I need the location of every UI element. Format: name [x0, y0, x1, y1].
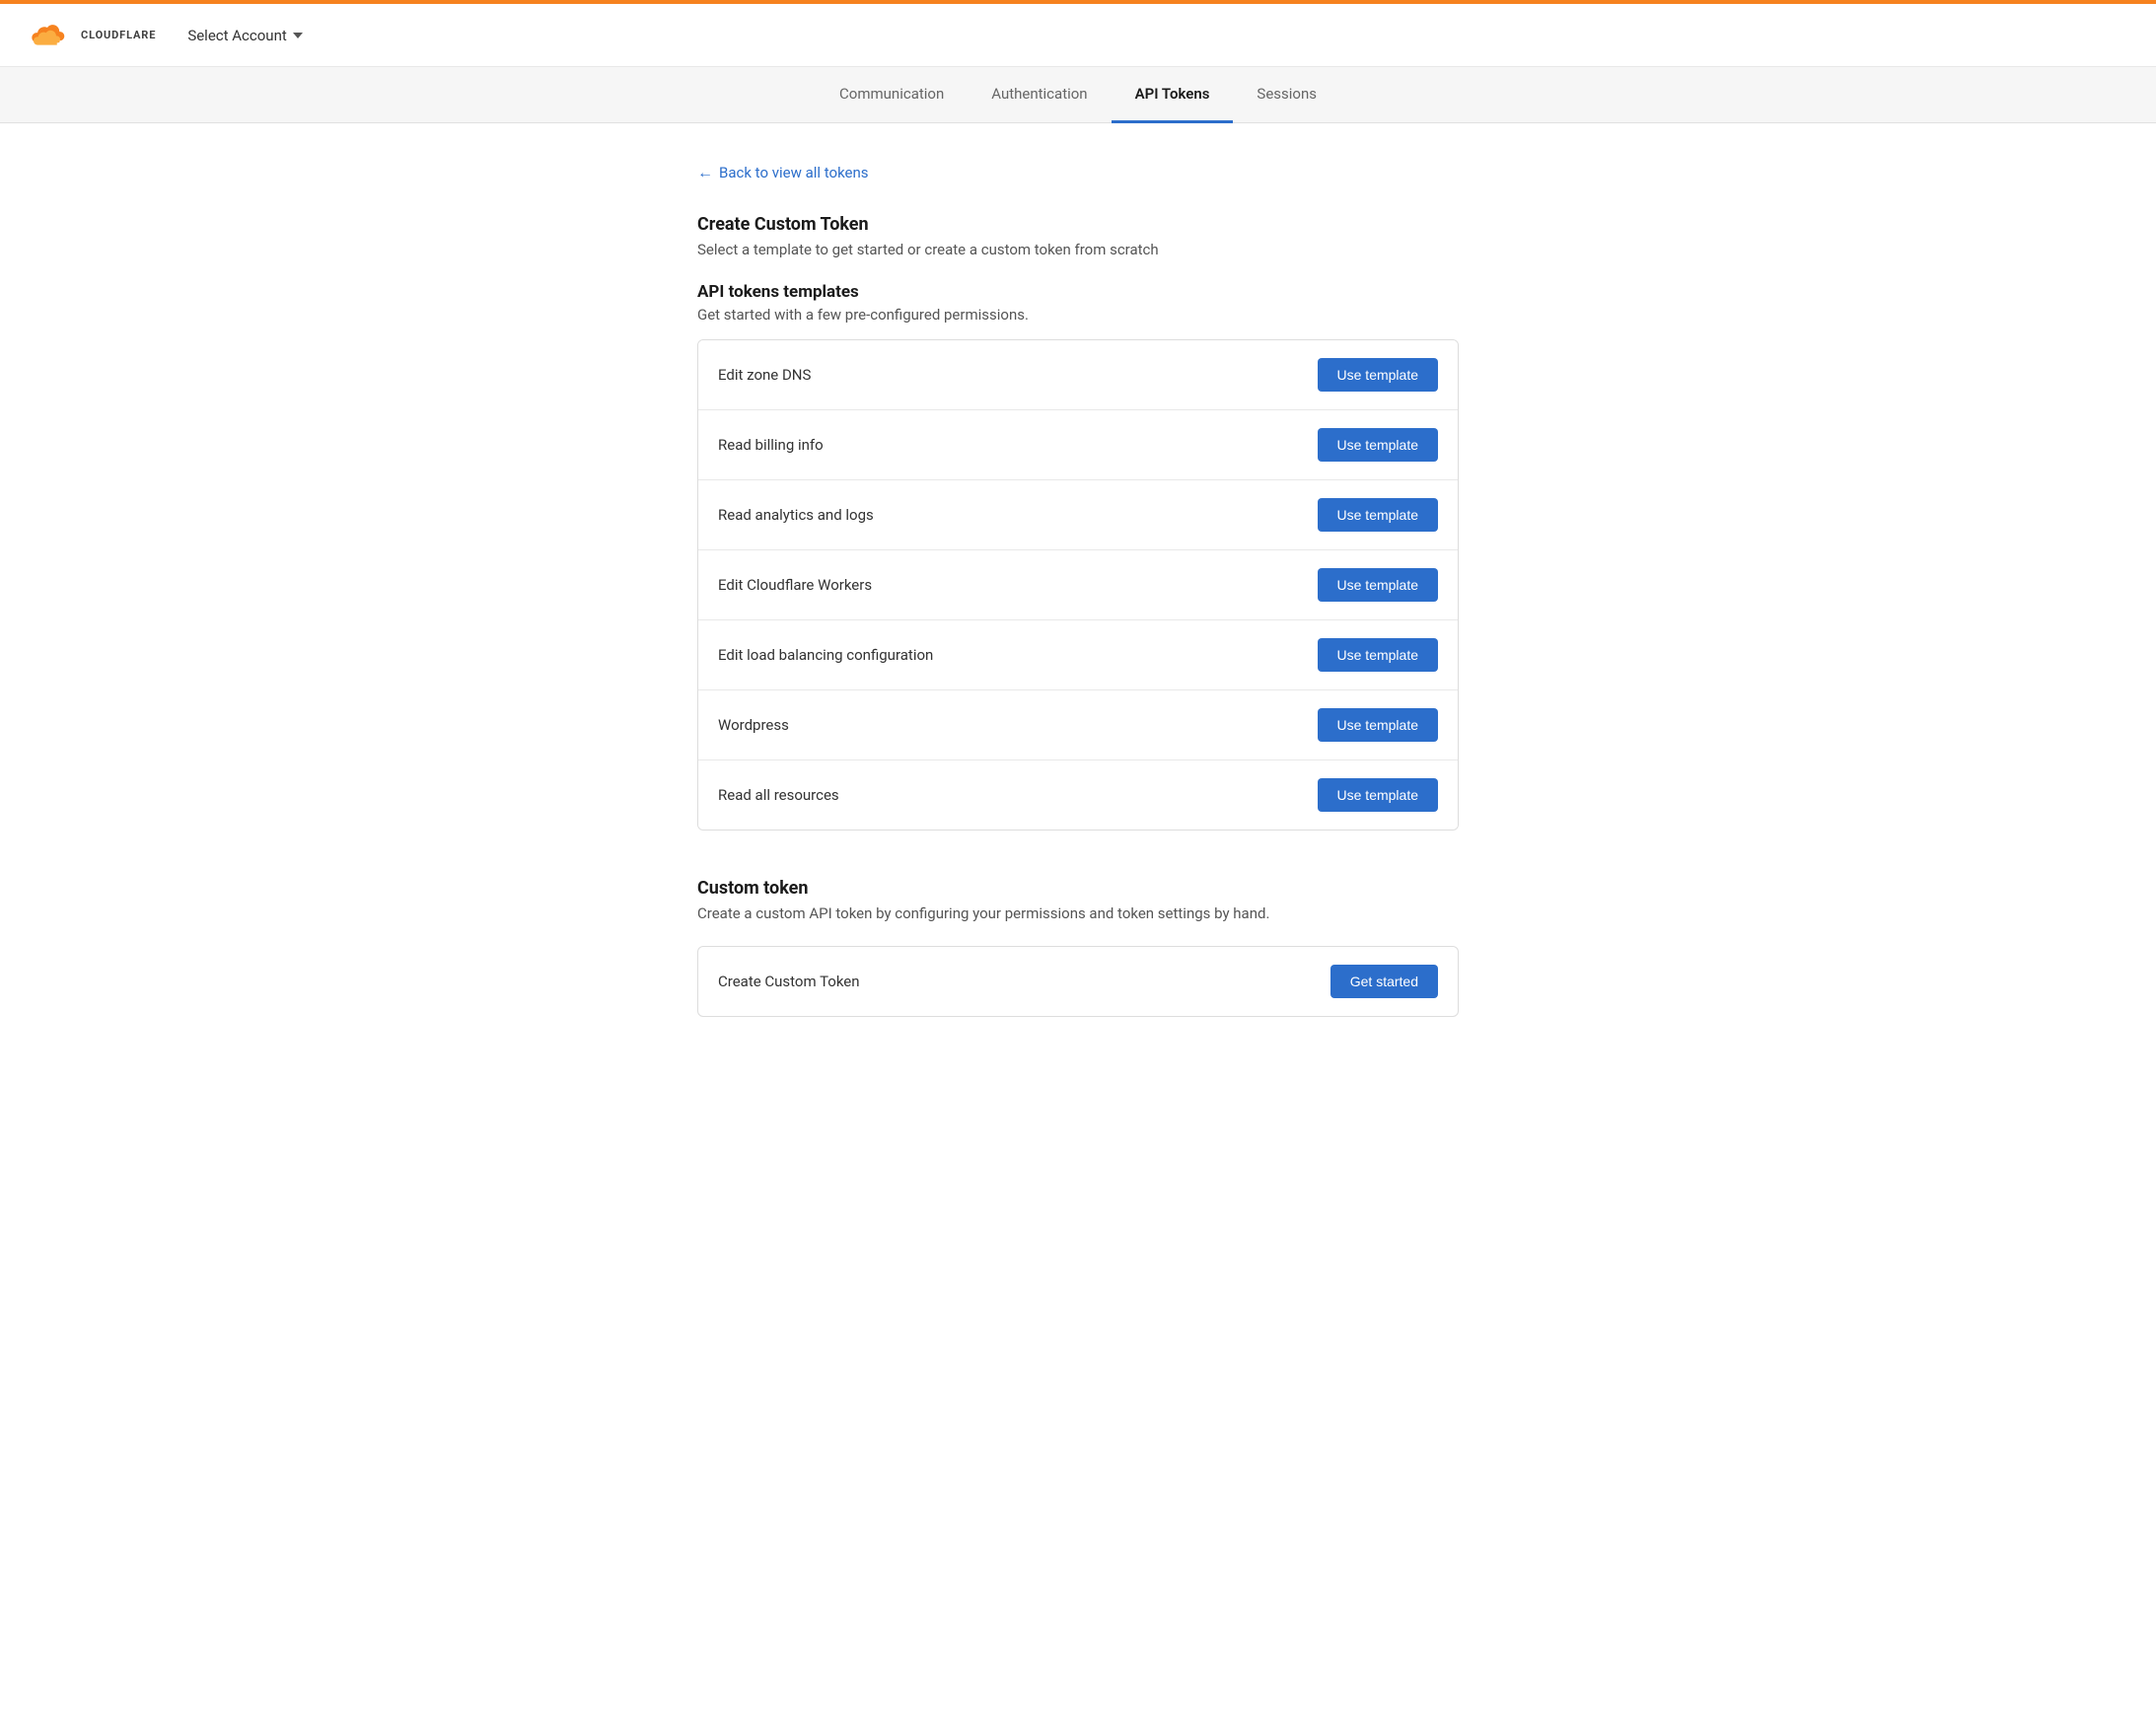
tab-api-tokens[interactable]: API Tokens — [1112, 67, 1234, 123]
tab-sessions[interactable]: Sessions — [1233, 67, 1340, 123]
use-template-button[interactable]: Use template — [1318, 498, 1438, 532]
chevron-down-icon — [293, 33, 303, 38]
template-name: Edit load balancing configuration — [718, 646, 933, 664]
back-link-label: Back to view all tokens — [719, 164, 869, 181]
tab-authentication[interactable]: Authentication — [968, 67, 1111, 123]
template-row: Edit load balancing configuration Use tem… — [698, 620, 1458, 690]
tab-communication[interactable]: Communication — [816, 67, 968, 123]
template-row: Wordpress Use template — [698, 690, 1458, 760]
use-template-button[interactable]: Use template — [1318, 358, 1438, 392]
logo-text: CLOUDFLARE — [81, 30, 156, 41]
custom-section: Custom token Create a custom API token b… — [697, 878, 1459, 1017]
use-template-button[interactable]: Use template — [1318, 638, 1438, 672]
template-name: Read analytics and logs — [718, 506, 874, 524]
use-template-button[interactable]: Use template — [1318, 778, 1438, 812]
get-started-button[interactable]: Get started — [1330, 965, 1438, 998]
templates-section: API tokens templates Get started with a … — [697, 282, 1459, 831]
header: CLOUDFLARE Select Account — [0, 4, 2156, 67]
use-template-button[interactable]: Use template — [1318, 428, 1438, 462]
template-row: Edit Cloudflare Workers Use template — [698, 550, 1458, 620]
custom-token-row: Create Custom Token Get started — [697, 946, 1459, 1017]
use-template-button[interactable]: Use template — [1318, 568, 1438, 602]
template-row: Read billing info Use template — [698, 410, 1458, 480]
template-row: Read analytics and logs Use template — [698, 480, 1458, 550]
custom-heading: Custom token — [697, 878, 1459, 899]
create-title: Create Custom Token — [697, 214, 1459, 235]
create-description: Select a template to get started or crea… — [697, 241, 1459, 258]
select-account-dropdown[interactable]: Select Account — [187, 27, 302, 44]
template-name: Wordpress — [718, 716, 789, 734]
custom-description: Create a custom API token by configuring… — [697, 904, 1459, 922]
template-name: Read all resources — [718, 786, 839, 804]
template-name: Edit Cloudflare Workers — [718, 576, 872, 594]
use-template-button[interactable]: Use template — [1318, 708, 1438, 742]
template-row: Read all resources Use template — [698, 760, 1458, 830]
templates-description: Get started with a few pre-configured pe… — [697, 306, 1459, 324]
back-link[interactable]: ← Back to view all tokens — [697, 163, 869, 182]
select-account-label: Select Account — [187, 27, 286, 44]
arrow-left-icon: ← — [697, 163, 713, 182]
main-content: ← Back to view all tokens Create Custom … — [674, 123, 1482, 1076]
cloudflare-logo-icon — [24, 19, 73, 52]
create-section: Create Custom Token Select a template to… — [697, 214, 1459, 258]
custom-row-label: Create Custom Token — [718, 973, 860, 990]
template-name: Edit zone DNS — [718, 366, 811, 384]
logo-link[interactable]: CLOUDFLARE — [24, 19, 156, 52]
template-list: Edit zone DNSUse templateRead billing in… — [697, 339, 1459, 831]
template-name: Read billing info — [718, 436, 824, 454]
templates-heading: API tokens templates — [697, 282, 1459, 302]
nav-tabs: Communication Authentication API Tokens … — [0, 67, 2156, 123]
template-row: Edit zone DNS Use template — [698, 340, 1458, 410]
